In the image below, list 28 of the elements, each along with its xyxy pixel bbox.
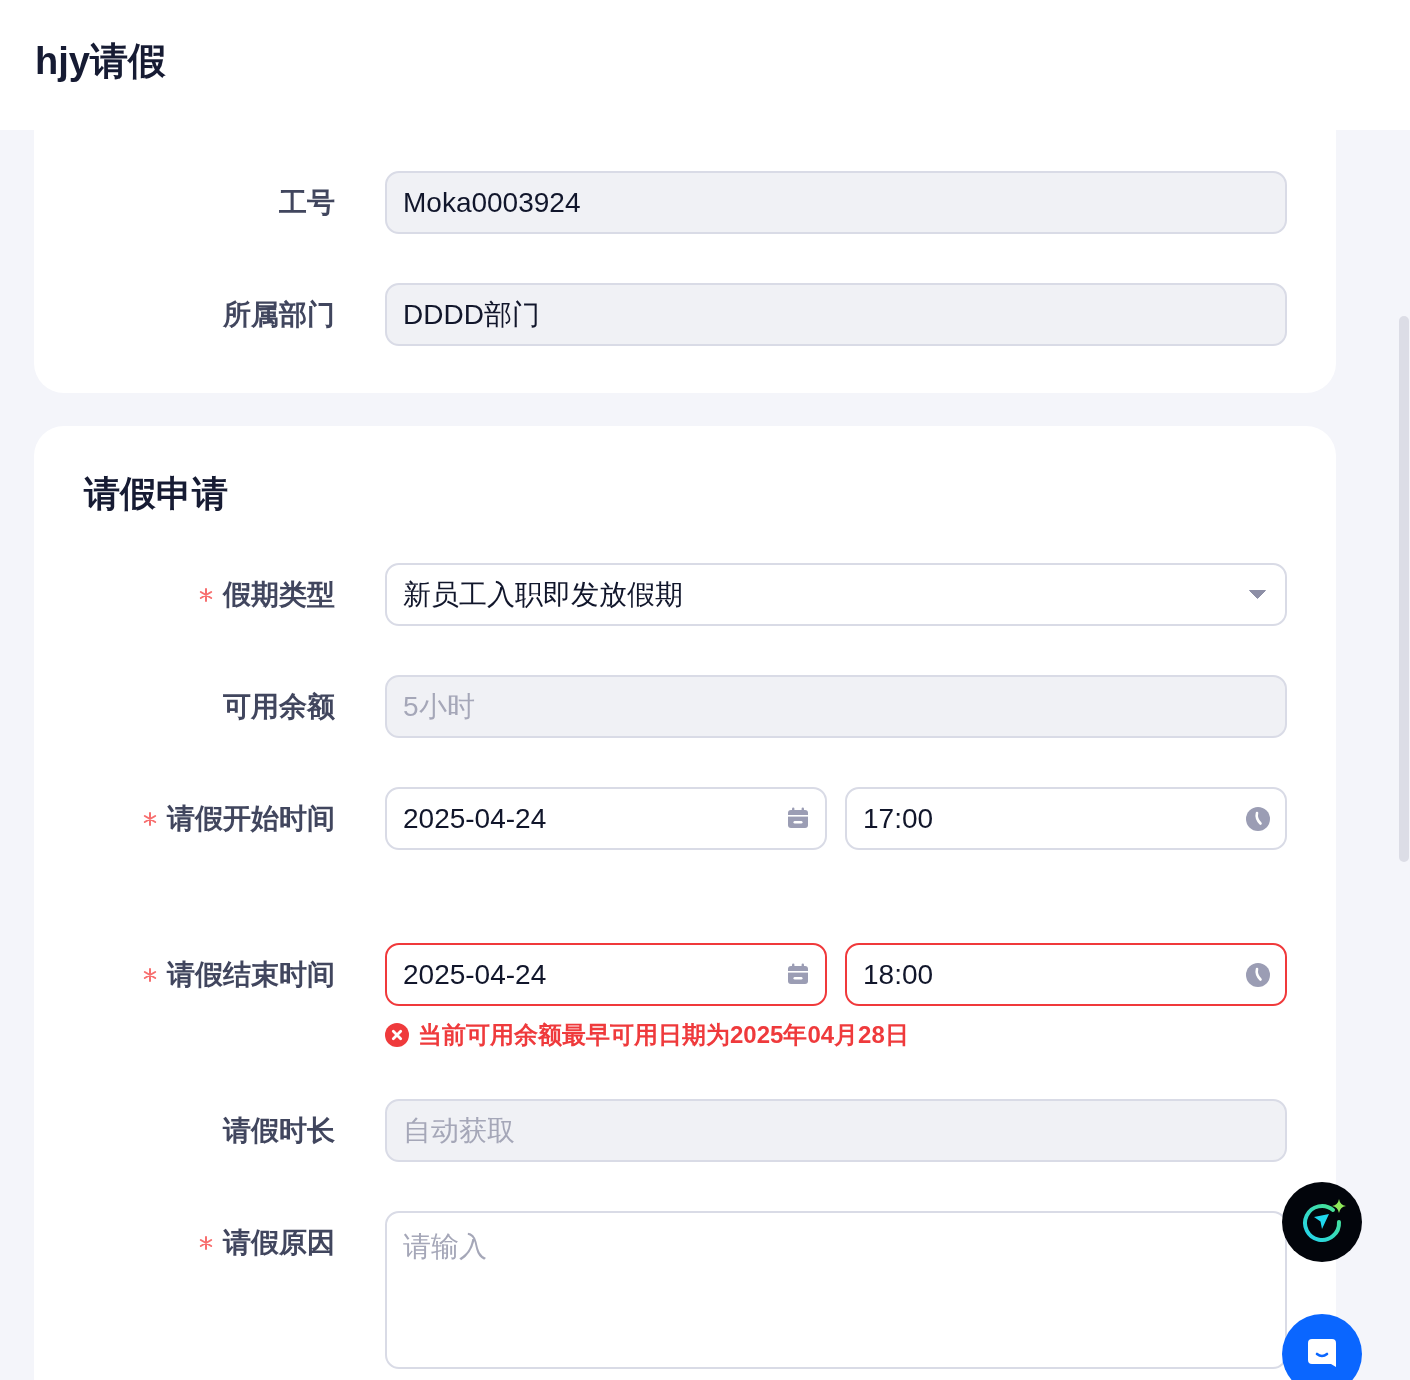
error-message: 当前可用余额最早可用日期为2025年04月28日 [418, 1020, 909, 1050]
chat-button[interactable] [1282, 1314, 1362, 1380]
text-field[interactable]: DDDD部门 [385, 283, 1287, 346]
calendar-icon[interactable] [787, 807, 809, 829]
time-field[interactable]: 18:00 [845, 943, 1287, 1006]
field-label: 请假结束时间 [167, 957, 335, 992]
chat-bubble-icon [1307, 1338, 1337, 1368]
field-label: 工号 [279, 185, 335, 220]
date-field[interactable]: 2025-04-24 [385, 943, 827, 1006]
select-field[interactable]: 新员工入职即发放假期 [385, 563, 1287, 626]
field-label: 请假时长 [223, 1113, 335, 1148]
field-label: 请假开始时间 [167, 801, 335, 836]
page-title: hjy请假 [35, 39, 166, 84]
clock-icon[interactable] [1246, 963, 1270, 987]
field-label: 请假原因 [223, 1225, 335, 1260]
field-label: 可用余额 [223, 689, 335, 724]
text-field[interactable]: Moka0003924 [385, 171, 1287, 234]
field-label: 所属部门 [223, 297, 335, 332]
text-area[interactable]: 请输入 [385, 1211, 1287, 1369]
error-icon [385, 1023, 409, 1047]
dropdown-caret-icon[interactable] [1249, 590, 1266, 599]
field-label: 假期类型 [223, 577, 335, 612]
scrollbar-thumb[interactable] [1399, 316, 1409, 862]
date-field[interactable]: 2025-04-24 [385, 787, 827, 850]
time-field[interactable]: 17:00 [845, 787, 1287, 850]
section-title: 请假申请 [84, 472, 228, 516]
clock-icon[interactable] [1246, 807, 1270, 831]
calendar-icon[interactable] [787, 963, 809, 985]
